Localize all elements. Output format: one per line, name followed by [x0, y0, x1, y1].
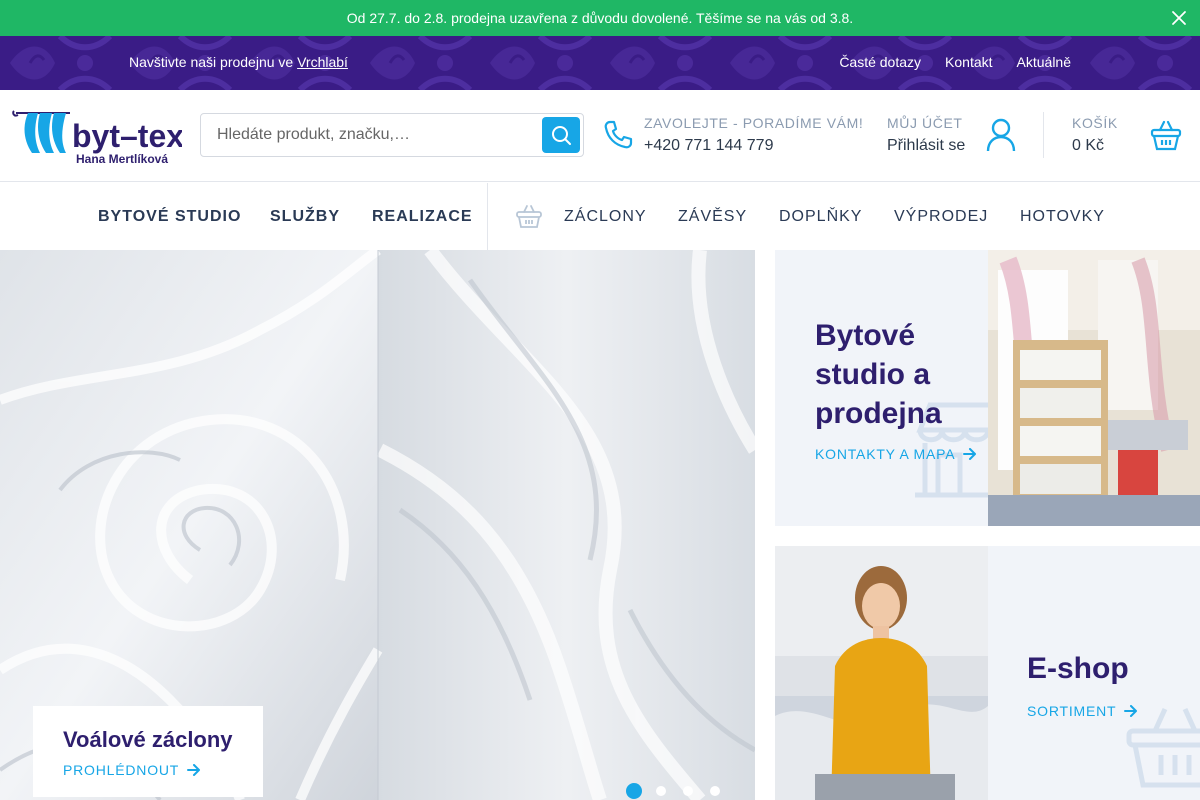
slider-dots	[626, 783, 723, 799]
visit-text: Navštivte naši prodejnu ve	[129, 54, 294, 70]
hero-slider[interactable]: Voálové záclony PROHLÉDNOUT	[0, 250, 755, 800]
arrow-right-icon	[187, 764, 201, 776]
login-link[interactable]: Přihlásit se	[887, 137, 965, 155]
search-icon	[552, 126, 571, 145]
top-links: Časté dotazy Kontakt Aktuálně	[839, 54, 1071, 70]
user-icon[interactable]	[985, 118, 1017, 152]
phone-number[interactable]: +420 771 144 779	[644, 137, 773, 155]
info-bar: Navštivte naši prodejnu ve Vrchlabí Čast…	[0, 36, 1200, 90]
svg-text:byt–tex: byt–tex	[72, 118, 182, 154]
promo-studio-link[interactable]: KONTAKTY A MAPA	[815, 446, 977, 462]
slider-dot-1[interactable]	[626, 783, 642, 799]
store-visit: Navštivte naši prodejnu ve Vrchlabí	[129, 54, 348, 70]
notice-text: Od 27.7. do 2.8. prodejna uzavřena z dův…	[346, 10, 854, 26]
store-interior-photo	[988, 250, 1200, 526]
nav-doplnky[interactable]: DOPLŇKY	[779, 208, 862, 226]
promo-eshop-title: E-shop	[1027, 652, 1129, 685]
promo-studio[interactable]: Bytové studio a prodejna KONTAKTY A MAPA	[775, 250, 1200, 526]
store-location-link[interactable]: Vrchlabí	[297, 54, 348, 70]
hero-cta-button[interactable]: PROHLÉDNOUT	[63, 762, 201, 778]
search-input[interactable]	[201, 114, 541, 156]
promo-studio-link-label: KONTAKTY A MAPA	[815, 446, 956, 462]
slider-dot-2[interactable]	[653, 783, 669, 799]
contact-label: ZAVOLEJTE - PORADÍME VÁM!	[644, 115, 864, 131]
nav-zavesy[interactable]: ZÁVĚSY	[678, 208, 747, 226]
main-nav: BYTOVÉ STUDIO SLUŽBY REALIZACE ZÁCLONY Z…	[0, 183, 1200, 250]
hero-caption-card: Voálové záclony PROHLÉDNOUT	[33, 706, 263, 797]
header-divider	[1043, 112, 1044, 158]
nav-hotovky[interactable]: HOTOVKY	[1020, 208, 1105, 226]
nav-realizace[interactable]: REALIZACE	[372, 208, 473, 226]
slider-dot-4[interactable]	[707, 783, 723, 799]
search-button[interactable]	[542, 117, 580, 153]
link-news[interactable]: Aktuálně	[1017, 54, 1071, 70]
search-box	[200, 113, 584, 157]
link-faq[interactable]: Časté dotazy	[839, 54, 921, 70]
link-contact[interactable]: Kontakt	[945, 54, 992, 70]
promo-eshop[interactable]: E-shop SORTIMENT	[775, 546, 1200, 800]
site-header: byt–tex Hana Mertlíková ZAVOLEJTE - PORA…	[0, 90, 1200, 182]
slider-dot-3[interactable]	[680, 783, 696, 799]
promo-studio-title: Bytové studio a prodejna	[815, 319, 942, 430]
nav-vyprodej[interactable]: VÝPRODEJ	[894, 208, 988, 226]
cart-total[interactable]: 0 Kč	[1072, 137, 1104, 155]
shop-basket-icon	[516, 205, 542, 228]
arrow-right-icon	[963, 448, 977, 460]
byt-tex-logo[interactable]: byt–tex Hana Mertlíková	[10, 105, 182, 169]
promo-eshop-link-label: SORTIMENT	[1027, 703, 1117, 719]
hero-cta-label: PROHLÉDNOUT	[63, 762, 180, 778]
account-label: MŮJ ÚČET	[887, 115, 963, 131]
hero-title: Voálové záclony	[63, 727, 233, 752]
nav-sluzby[interactable]: SLUŽBY	[270, 208, 340, 226]
basket-watermark-icon	[1126, 707, 1200, 788]
nav-bytove-studio[interactable]: BYTOVÉ STUDIO	[98, 208, 241, 226]
svg-text:Hana Mertlíková: Hana Mertlíková	[76, 152, 168, 166]
close-icon[interactable]	[1170, 9, 1188, 27]
nav-zaclony[interactable]: ZÁCLONY	[564, 208, 647, 226]
basket-icon[interactable]	[1150, 118, 1182, 152]
nav-divider	[487, 183, 488, 250]
shop-assistant-photo	[775, 546, 988, 800]
notice-bar: Od 27.7. do 2.8. prodejna uzavřena z dův…	[0, 0, 1200, 36]
phone-icon[interactable]	[602, 119, 634, 151]
cart-label: KOŠÍK	[1072, 115, 1118, 131]
promo-eshop-link[interactable]: SORTIMENT	[1027, 703, 1138, 719]
